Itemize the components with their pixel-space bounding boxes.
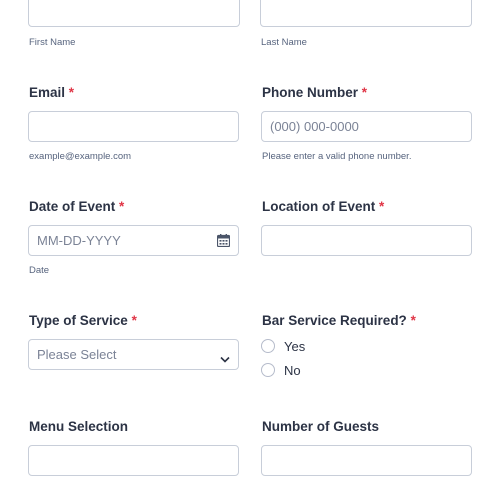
menu-field[interactable] (28, 445, 239, 476)
required-mark: * (361, 85, 368, 100)
service-selected: Please Select (37, 347, 117, 362)
date-placeholder: MM-DD-YYYY (37, 233, 121, 248)
radio-no-label[interactable]: No (284, 363, 301, 378)
phone-field[interactable]: (000) 000-0000 (261, 111, 472, 142)
guests-field[interactable] (261, 445, 472, 476)
bar-label: Bar Service Required? * (262, 313, 416, 328)
radio-yes[interactable] (261, 339, 275, 353)
calendar-icon[interactable] (216, 234, 231, 248)
radio-no[interactable] (261, 363, 275, 377)
required-mark: * (68, 85, 75, 100)
email-sublabel: example@example.com (29, 151, 132, 162)
location-field[interactable] (261, 225, 472, 256)
email-field[interactable] (28, 111, 239, 142)
first-name-input[interactable] (28, 0, 240, 27)
date-sublabel: Date (29, 265, 50, 276)
phone-label: Phone Number * (262, 85, 368, 100)
phone-placeholder: (000) 000-0000 (270, 119, 359, 134)
required-mark: * (410, 313, 416, 328)
last-name-input[interactable] (260, 0, 472, 27)
date-field[interactable]: MM-DD-YYYY (28, 225, 239, 256)
chevron-down-icon (220, 351, 230, 363)
last-name-sublabel: Last Name (261, 37, 307, 48)
first-name-sublabel: First Name (29, 37, 76, 48)
location-label: Location of Event * (262, 199, 385, 214)
menu-label: Menu Selection (29, 419, 129, 434)
required-mark: * (379, 199, 385, 214)
required-mark: * (131, 313, 137, 328)
required-mark: * (119, 199, 125, 214)
guests-label: Number of Guests (262, 419, 380, 434)
phone-sublabel: Please enter a valid phone number. (262, 151, 412, 162)
service-label: Type of Service * (29, 313, 137, 328)
service-select[interactable]: Please Select (28, 339, 239, 370)
radio-yes-label[interactable]: Yes (284, 339, 305, 354)
email-label: Email * (29, 85, 75, 100)
date-label: Date of Event * (29, 199, 125, 214)
